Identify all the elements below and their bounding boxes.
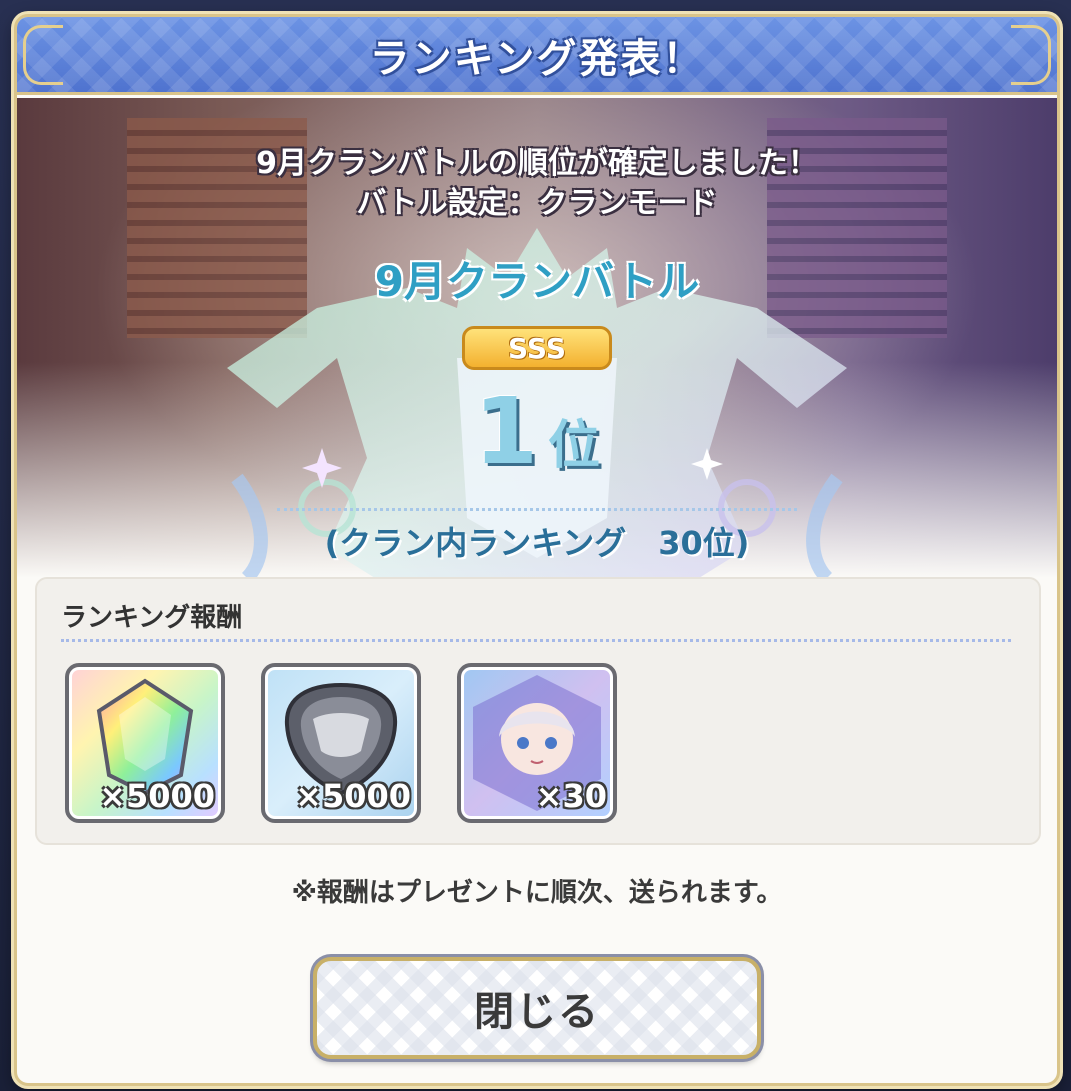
rank-unit: 位 <box>548 416 601 476</box>
grade-badge: SSS <box>462 326 612 370</box>
reward-quantity: ×5000 <box>295 777 411 815</box>
battle-name: 9月クランバトル <box>374 257 700 306</box>
result-message: 9月クランバトルの順位が確定しました！ <box>256 146 818 181</box>
clan-internal-ranking: (クラン内ランキング 30位) <box>324 524 750 562</box>
rank-number: 1 <box>473 378 538 485</box>
ranking-result-dialog: ランキング発表！ 9月クランバトルの順位が確定しました！ バトル設定：クランモー… <box>14 14 1060 1086</box>
reward-item-memory-piece[interactable]: ×30 <box>457 663 617 823</box>
reward-divider <box>61 639 1011 642</box>
close-button-label: 閉じる <box>474 989 600 1035</box>
rank-display: 1 位 <box>17 378 1057 485</box>
reward-section-title: ランキング報酬 <box>61 603 243 633</box>
ornament-corner-right <box>1011 25 1051 85</box>
close-button[interactable]: 閉じる <box>313 957 761 1059</box>
reward-item-jewel[interactable]: ×5000 <box>65 663 225 823</box>
reward-delivery-notice: ※報酬はプレゼントに順次、送られます。 <box>291 878 783 908</box>
battle-setting: バトル設定：クランモード <box>356 186 718 221</box>
reward-panel: ランキング報酬 ×5000 ×5000 ×30 <box>35 577 1041 845</box>
reward-item-clan-coin[interactable]: ×5000 <box>261 663 421 823</box>
result-hero-banner: 9月クランバトルの順位が確定しました！ バトル設定：クランモード 9月クランバト… <box>17 98 1057 628</box>
reward-quantity: ×30 <box>535 777 607 815</box>
hero-divider <box>277 508 797 511</box>
dialog-title: ランキング発表！ <box>369 35 705 82</box>
dialog-header: ランキング発表！ <box>17 17 1057 95</box>
reward-quantity: ×5000 <box>99 777 215 815</box>
ornament-corner-left <box>23 25 63 85</box>
